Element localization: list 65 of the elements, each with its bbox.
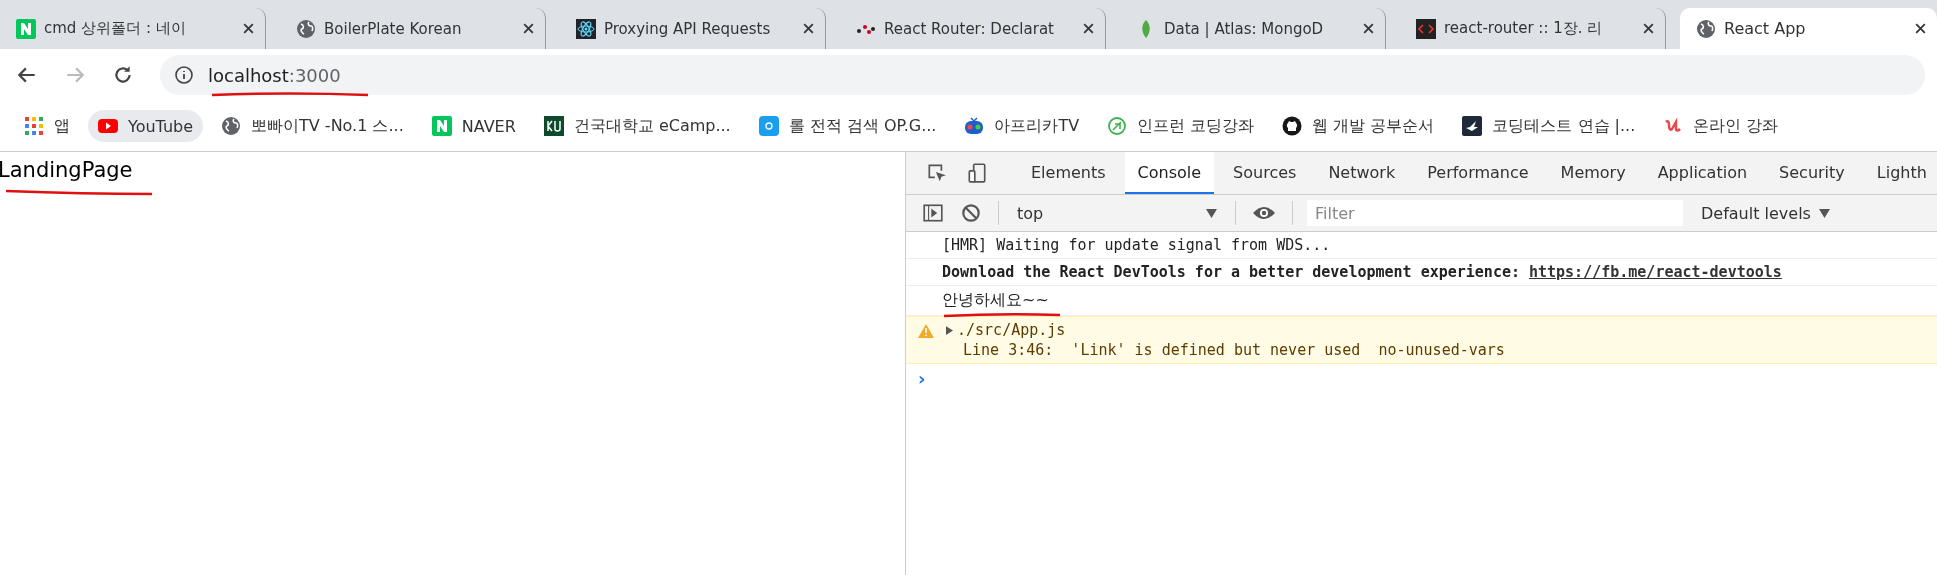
warning-icon (918, 324, 934, 338)
globe-icon (221, 116, 242, 136)
console-message: 안녕하세요~~ (942, 290, 1049, 309)
ku-logo-icon (543, 116, 564, 136)
caret-icon (1818, 208, 1830, 218)
caret-icon (1206, 208, 1217, 218)
close-icon[interactable] (1082, 22, 1095, 35)
close-icon[interactable] (1914, 22, 1927, 35)
devtools-tab[interactable]: Elements (1018, 152, 1119, 194)
close-icon[interactable] (1642, 22, 1655, 35)
expand-arrow-icon[interactable] (946, 325, 953, 335)
browser-tab[interactable]: cmd 상위폴더 : 네이 (0, 8, 266, 49)
info-icon (174, 65, 194, 85)
devtools-tab[interactable]: Performance (1414, 152, 1542, 194)
devtools-tab[interactable]: Application (1644, 152, 1761, 194)
devtools-tab[interactable]: Network (1315, 152, 1409, 194)
close-icon[interactable] (1362, 22, 1375, 35)
browser-tab[interactable]: React Router: Declarat (840, 8, 1106, 49)
browser-tab[interactable]: BoilerPlate Korean (280, 8, 546, 49)
bird-icon (1462, 116, 1483, 136)
devtools-tab[interactable]: Security (1766, 152, 1858, 194)
code-icon (1416, 18, 1436, 39)
devtools-tab[interactable]: Sources (1220, 152, 1310, 194)
warning-detail: Line 3:46: 'Link' is defined but never used no-unused-vars (962, 341, 1505, 359)
bookmark[interactable]: 인프런 코딩강좌 (1097, 109, 1265, 143)
bookmark[interactable]: 롤 전적 검색 OP.G... (748, 109, 947, 143)
browser-tab[interactable]: react-router :: 1장. 리 (1400, 8, 1666, 49)
bookmark[interactable]: NAVER (421, 110, 526, 142)
filter-field[interactable]: Filter (1307, 200, 1683, 226)
browser-tab[interactable]: Proxying API Requests (560, 8, 826, 49)
bookmark[interactable]: 뽀빠이TV -No.1 스... (211, 109, 414, 143)
log-levels-dropdown[interactable]: Default levels (1701, 203, 1830, 223)
close-icon[interactable] (802, 22, 815, 35)
console-message: [HMR] Waiting for update signal from WDS... (942, 236, 1331, 254)
n-logo-icon (431, 116, 452, 136)
devtools-tab[interactable]: Console (1124, 152, 1215, 194)
bookmark[interactable]: 아프리카TV (954, 109, 1090, 143)
globe-icon (1696, 18, 1716, 39)
bookmark[interactable]: 웹 개발 공부순서 (1272, 109, 1445, 143)
close-icon[interactable] (242, 22, 255, 35)
devtools-tab[interactable]: Lighth (1863, 152, 1937, 194)
bookmark[interactable]: YouTube (88, 110, 204, 142)
play-icon (98, 116, 118, 136)
bookmark[interactable]: 앱 (14, 109, 80, 143)
bookmark[interactable]: 온라인 강좌 (1653, 109, 1789, 143)
apps-grid-icon (24, 116, 44, 136)
op-logo-icon (758, 116, 779, 136)
n-logo-icon (16, 18, 36, 39)
tv-icon (964, 116, 985, 136)
browser-tab[interactable]: React App (1680, 8, 1937, 49)
console-prompt[interactable]: › (918, 368, 926, 389)
bookmark[interactable]: 건국대학교 eCamp... (533, 109, 741, 143)
bookmark[interactable]: 코딩테스트 연습 |... (1452, 109, 1646, 143)
warning-source: ./src/App.js (957, 321, 1066, 339)
reload-icon[interactable] (112, 64, 134, 86)
globe-icon (296, 18, 316, 39)
context-dropdown[interactable]: top (1009, 203, 1225, 223)
close-icon[interactable] (522, 22, 535, 35)
console-message: Download the React DevTools for a better development experience: (942, 263, 1520, 281)
devtools-tab[interactable]: Memory (1547, 152, 1639, 194)
console-link[interactable]: https://fb.me/react-devtools (1528, 263, 1782, 281)
browser-tab[interactable]: Data | Atlas: MongoD (1120, 8, 1386, 49)
address-bar[interactable]: localhost:3000 (160, 55, 1925, 95)
page-heading: LandingPage (0, 158, 133, 182)
atom-icon (576, 18, 596, 39)
